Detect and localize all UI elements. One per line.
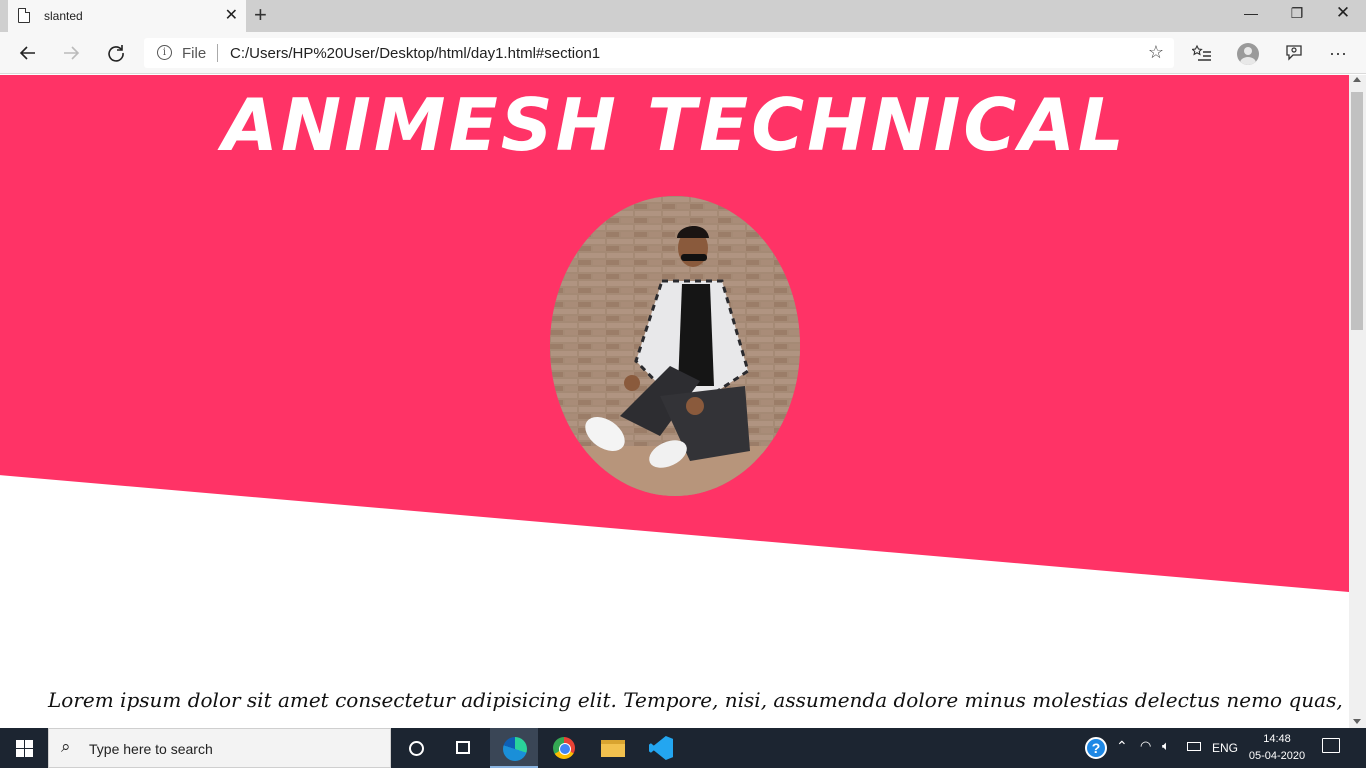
- url-text[interactable]: C:/Users/HP%20User/Desktop/html/day1.htm…: [230, 45, 600, 62]
- notification-icon[interactable]: [1322, 738, 1340, 753]
- edge-icon: [503, 737, 527, 761]
- tab-strip: slanted ✕ + — ❐ ✕: [0, 0, 1366, 32]
- task-view-icon: [456, 741, 470, 754]
- forward-button[interactable]: [57, 40, 85, 66]
- task-view-button[interactable]: [440, 728, 488, 768]
- star-icon[interactable]: ☆: [1148, 42, 1164, 63]
- taskbar-search-input[interactable]: ⌕ Type here to search: [48, 728, 391, 768]
- page-viewport: ANIMESH TECHNICAL Lorem ipsum dolor sit …: [0, 75, 1349, 728]
- vertical-scrollbar[interactable]: [1349, 75, 1366, 728]
- scroll-up-arrow-icon[interactable]: [1353, 77, 1361, 82]
- favorites-list-icon: [1191, 44, 1211, 61]
- arrow-right-icon: [64, 46, 80, 60]
- back-button[interactable]: [14, 40, 42, 66]
- address-bar[interactable]: i File C:/Users/HP%20User/Desktop/html/d…: [144, 38, 1174, 68]
- cortana-button[interactable]: [392, 728, 440, 768]
- refresh-icon: [108, 45, 124, 62]
- network-icon[interactable]: ◠: [1140, 738, 1151, 778]
- edge-taskbar-button[interactable]: [490, 728, 538, 768]
- refresh-button[interactable]: [102, 40, 130, 66]
- browser-tab[interactable]: slanted ✕: [8, 0, 246, 32]
- volume-icon[interactable]: 🔈︎: [1162, 738, 1170, 778]
- vscode-taskbar-button[interactable]: [637, 728, 685, 768]
- info-icon[interactable]: i: [157, 45, 172, 60]
- folder-icon: [601, 740, 625, 757]
- close-window-button[interactable]: ✕: [1320, 2, 1366, 28]
- clock-date: 05-04-2020: [1248, 750, 1306, 762]
- maximize-button[interactable]: ❐: [1274, 2, 1320, 28]
- close-tab-button[interactable]: ✕: [225, 6, 238, 26]
- feedback-icon: [1286, 45, 1302, 61]
- url-scheme-label: File: [182, 45, 207, 62]
- page-heading: ANIMESH TECHNICAL: [222, 83, 1127, 167]
- tab-title: slanted: [44, 9, 83, 23]
- chrome-taskbar-button[interactable]: [540, 728, 588, 768]
- search-placeholder: Type here to search: [89, 741, 213, 757]
- search-icon: ⌕: [61, 737, 71, 756]
- language-indicator[interactable]: ENG: [1212, 741, 1238, 781]
- help-icon[interactable]: ?: [1085, 737, 1107, 759]
- vscode-icon: [649, 736, 673, 760]
- cortana-icon: [409, 741, 424, 756]
- profile-button[interactable]: [1234, 40, 1262, 66]
- portrait-image: [550, 196, 800, 496]
- address-toolbar: i File C:/Users/HP%20User/Desktop/html/d…: [0, 32, 1366, 74]
- favorites-button[interactable]: [1188, 40, 1216, 66]
- new-tab-button[interactable]: +: [254, 3, 267, 27]
- scrollbar-thumb[interactable]: [1351, 92, 1363, 330]
- feedback-button[interactable]: [1280, 40, 1308, 66]
- clock[interactable]: 14:48 05-04-2020: [1245, 731, 1309, 771]
- more-options-button[interactable]: ···: [1324, 40, 1352, 66]
- start-button[interactable]: [0, 728, 48, 768]
- windows-logo-icon: [16, 740, 33, 757]
- battery-icon[interactable]: [1187, 742, 1201, 751]
- arrow-left-icon: [19, 46, 35, 60]
- page-icon: [18, 8, 30, 23]
- minimize-button[interactable]: —: [1228, 2, 1274, 28]
- body-paragraph: Lorem ipsum dolor sit amet consectetur a…: [48, 688, 1343, 712]
- chevron-up-icon[interactable]: ⌃: [1116, 738, 1128, 778]
- chrome-icon: [553, 737, 575, 759]
- ellipsis-icon: ···: [1329, 43, 1347, 63]
- url-divider: [217, 44, 218, 62]
- file-explorer-taskbar-button[interactable]: [589, 728, 637, 768]
- taskbar: ⌕ Type here to search ? ⌃ ◠ 🔈︎ ENG 14:48…: [0, 728, 1366, 768]
- scroll-down-arrow-icon[interactable]: [1353, 719, 1361, 724]
- profile-photo: [550, 196, 800, 496]
- avatar: [1237, 43, 1259, 65]
- clock-time: 14:48: [1263, 733, 1291, 745]
